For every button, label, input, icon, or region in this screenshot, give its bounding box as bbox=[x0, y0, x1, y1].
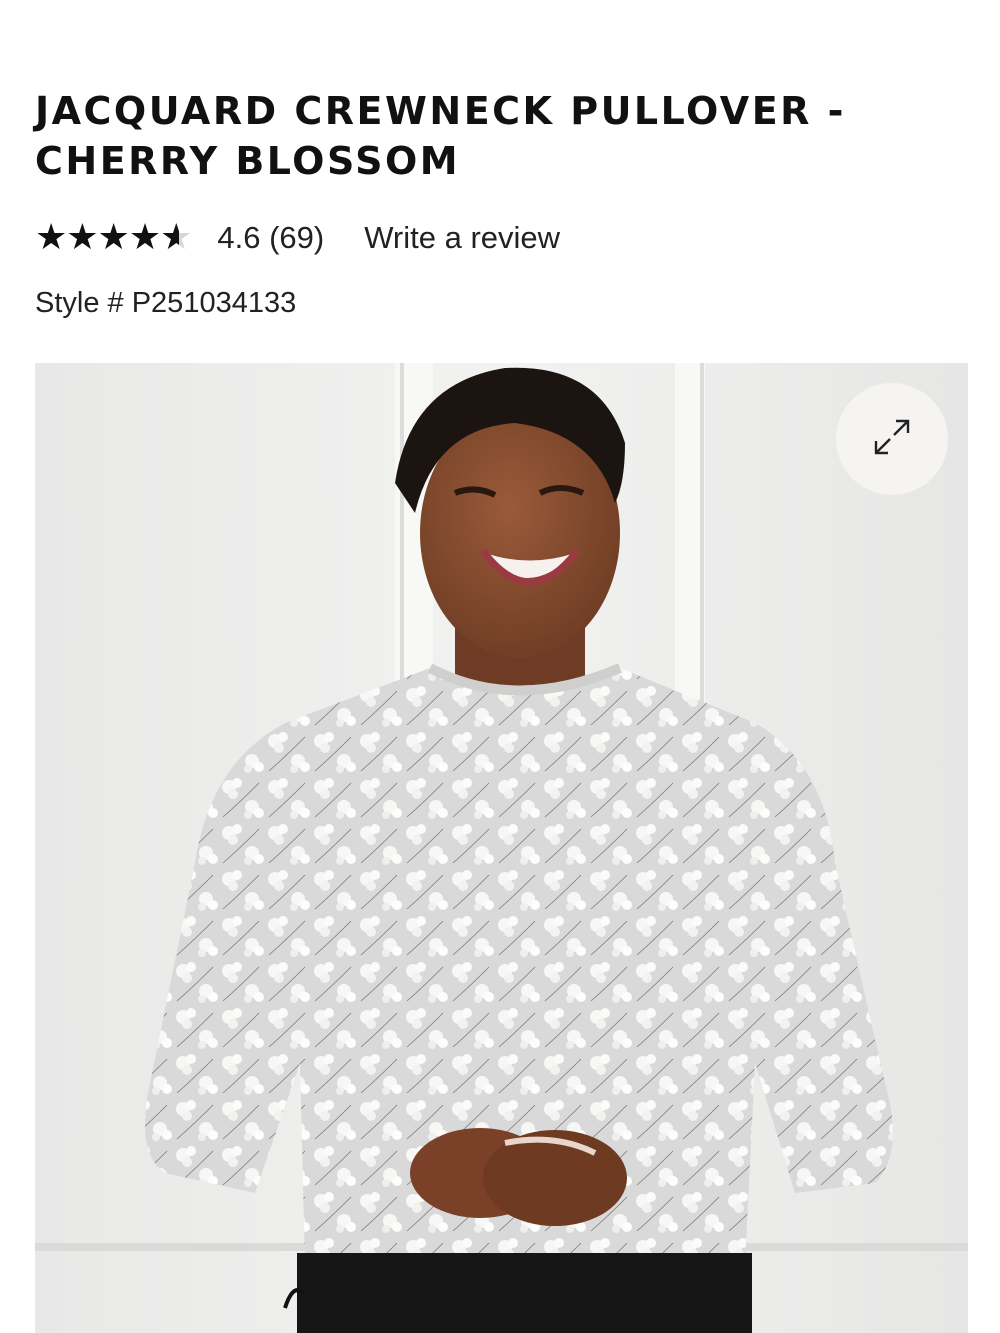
expand-image-button[interactable] bbox=[836, 383, 948, 495]
style-number: Style # P251034133 bbox=[35, 287, 297, 319]
product-image[interactable] bbox=[35, 363, 968, 1333]
rating-row: ★★★★★ ★★★★★ 4.6 (69) Write a review bbox=[35, 218, 560, 258]
expand-arrows-icon bbox=[870, 415, 914, 464]
stars-filled-icon: ★★★★★ bbox=[35, 218, 179, 258]
product-title: JACQUARD CREWNECK PULLOVER - CHERRY BLOS… bbox=[35, 89, 846, 183]
model-in-sweater-photo bbox=[35, 363, 968, 1333]
write-review-link[interactable]: Write a review bbox=[364, 220, 560, 256]
star-rating[interactable]: ★★★★★ ★★★★★ bbox=[35, 218, 192, 258]
rating-count[interactable]: 4.6 (69) bbox=[217, 220, 324, 256]
